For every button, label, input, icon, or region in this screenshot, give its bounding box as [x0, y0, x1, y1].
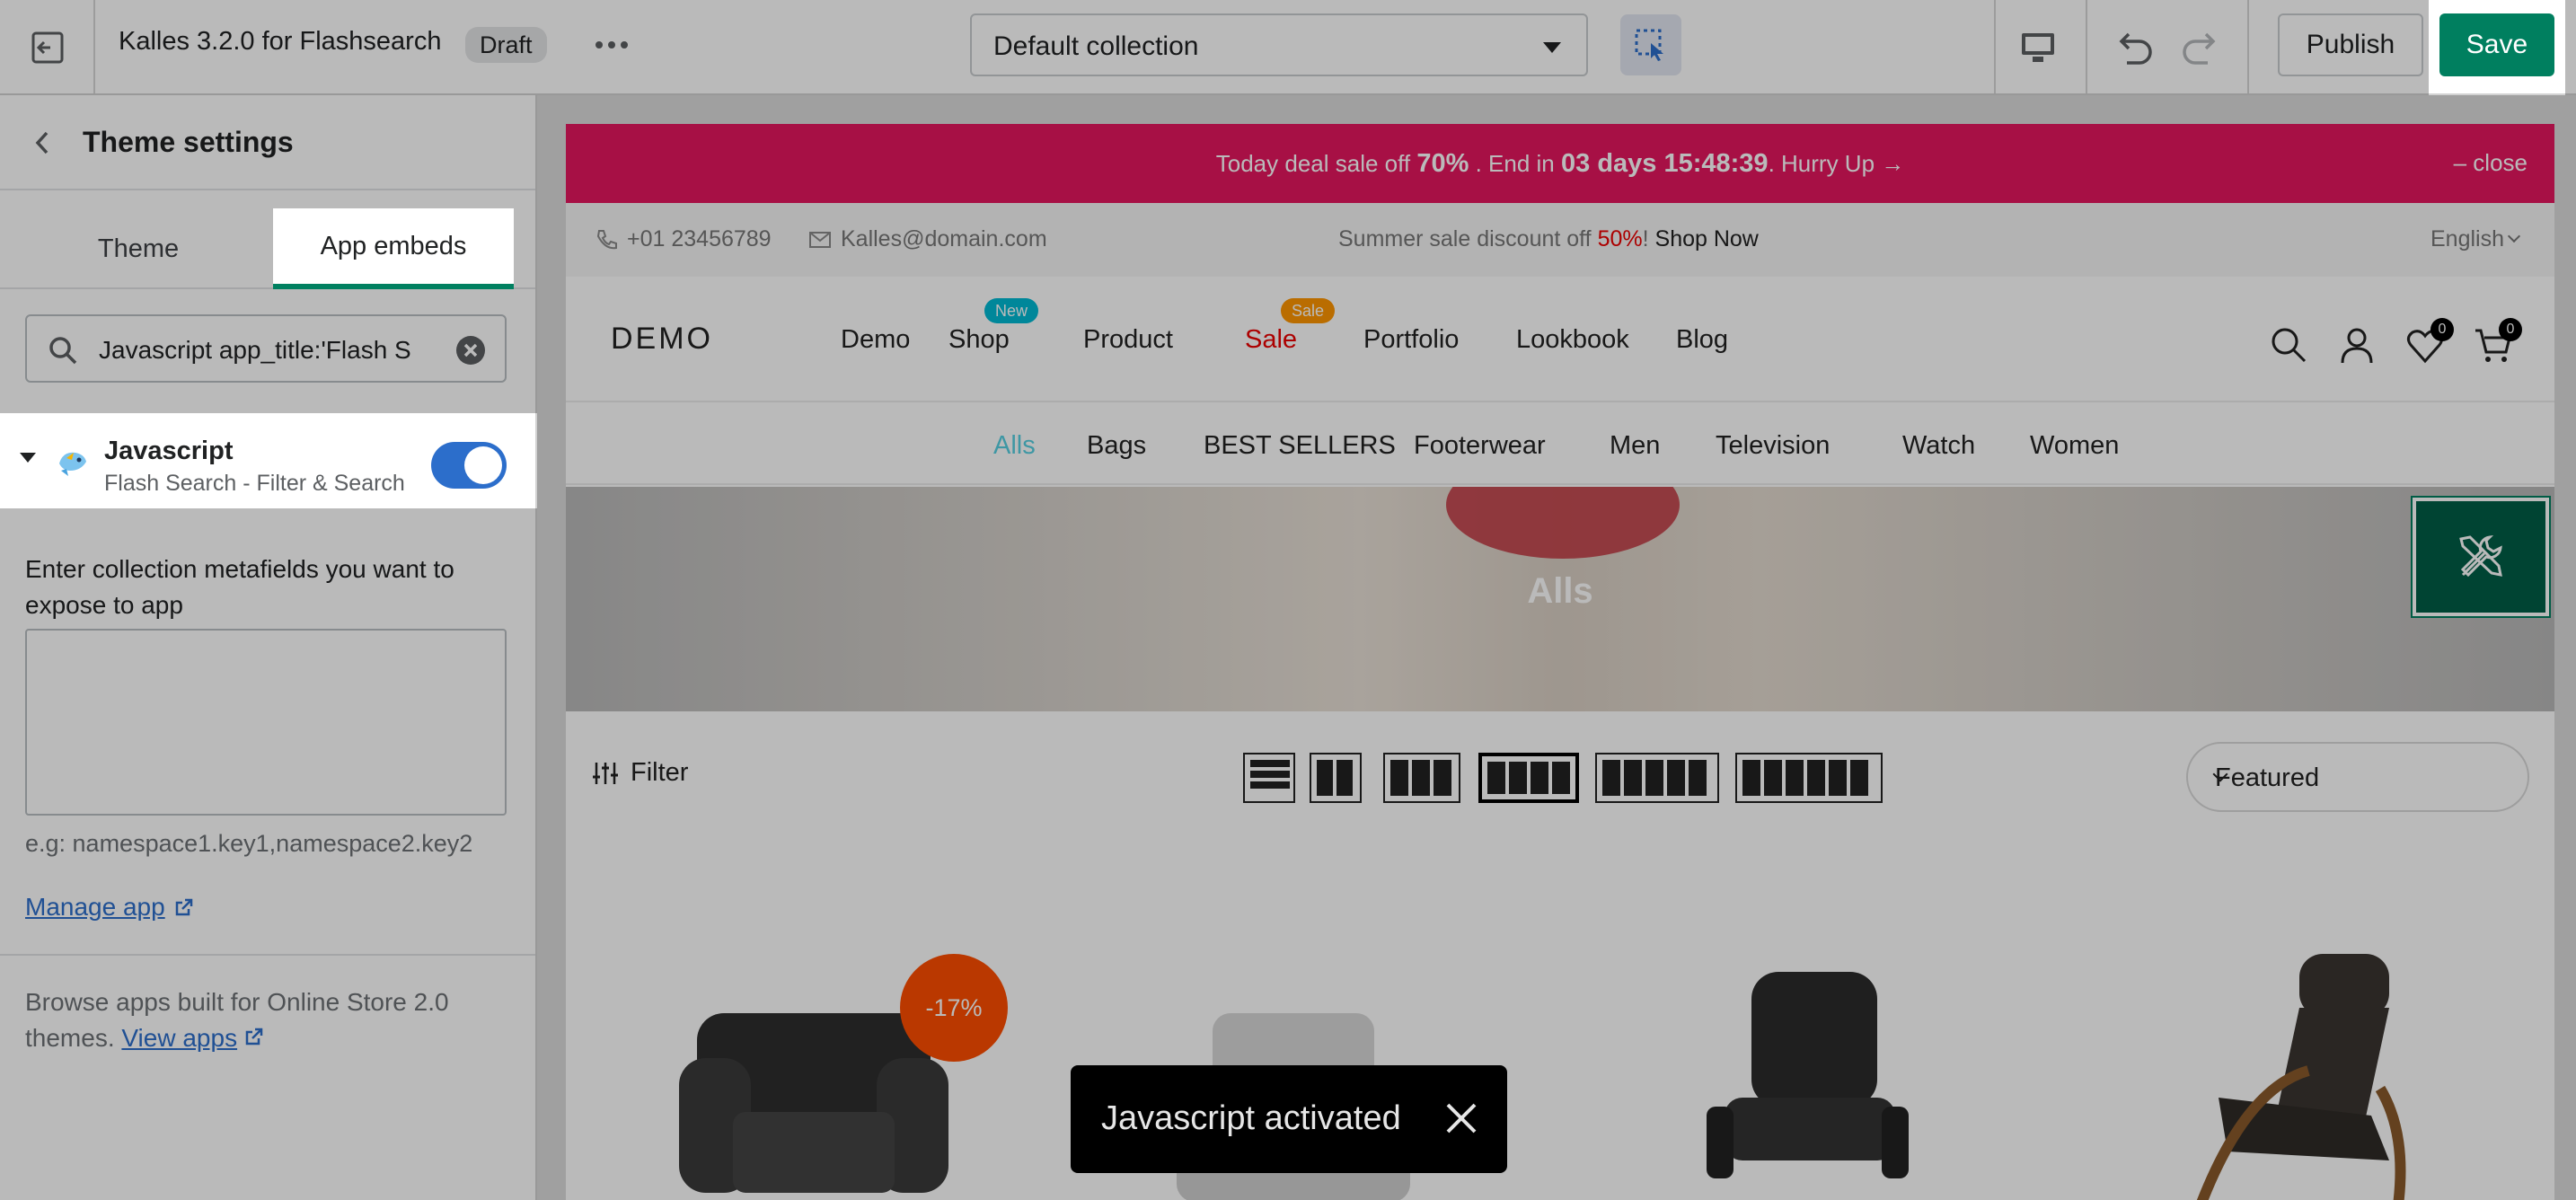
toggle-knob [464, 446, 502, 484]
tab-app-embeds[interactable]: App embeds [273, 208, 514, 289]
app-embed-subtitle: Flash Search - Filter & Search [104, 471, 405, 496]
toast-message: Javascript activated [1101, 1099, 1401, 1137]
dim-overlay [2565, 0, 2576, 95]
app-embed-card: Javascript Flash Search - Filter & Searc… [9, 413, 517, 508]
close-icon[interactable] [1442, 1099, 1480, 1137]
app-embed-toggle[interactable] [431, 442, 507, 489]
save-button[interactable]: Save [2439, 13, 2554, 76]
dim-overlay [0, 508, 537, 1200]
dim-overlay [537, 95, 2576, 1200]
chevron-down-icon[interactable] [20, 453, 36, 463]
flash-search-app-icon [59, 452, 86, 476]
toast-notification: Javascript activated [1071, 1065, 1507, 1173]
dim-overlay [0, 0, 2429, 95]
app-embed-name: Javascript [104, 437, 234, 465]
